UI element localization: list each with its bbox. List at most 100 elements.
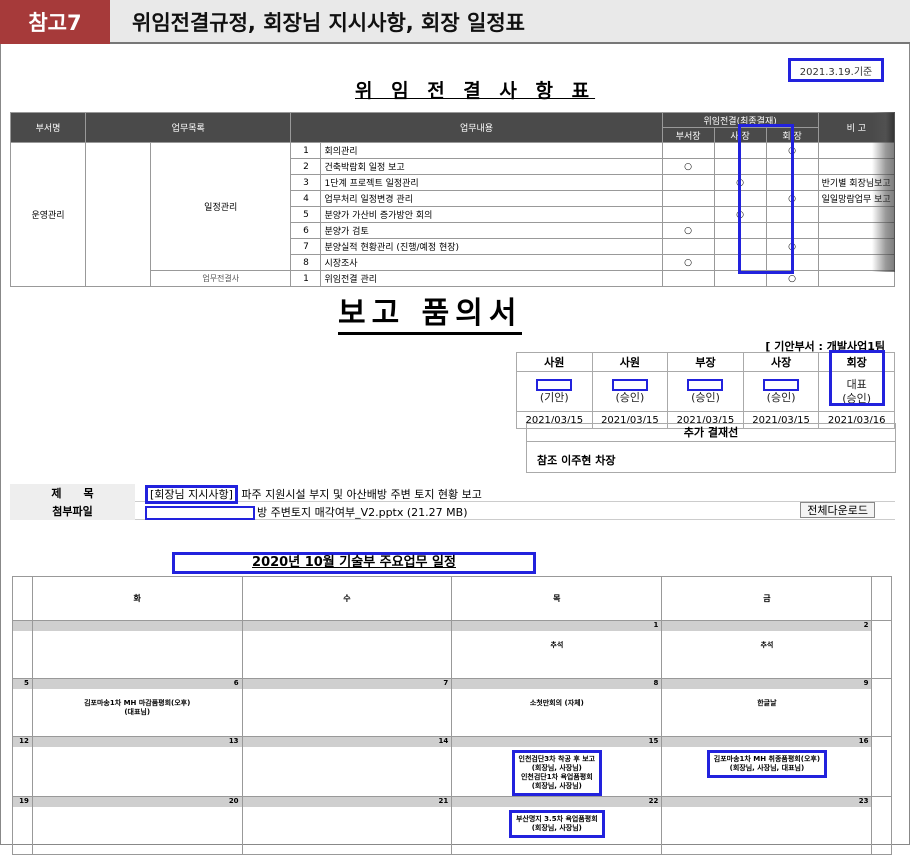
calendar-section: 2020년 10월 기술부 주요업무 일정 화 수 목 금 1 추석 2 추석 5 6 김포마송1차… [0, 548, 910, 855]
approver-signature: (승인) [591, 371, 669, 412]
date-number: 19 [13, 797, 32, 807]
approval-mark: ○ [661, 158, 715, 175]
calendar-event[interactable]: 추석 [662, 641, 871, 650]
day-header: 화 [31, 576, 243, 621]
calendar-day-cell: 2 추석 [661, 620, 873, 679]
row-content: 분양가 가산비 증가방안 회의 [320, 206, 663, 223]
calendar-day-cell [241, 620, 453, 679]
calendar-title: 2020년 10월 기술부 주요업무 일정 [172, 552, 536, 574]
calendar-day-cell [871, 736, 892, 797]
additional-approval: 추가 결재선 참조 이주현 차장 [526, 423, 896, 473]
approver-signature: (승인) [667, 371, 744, 412]
download-all-button[interactable]: 전체다운로드 [800, 502, 875, 518]
approval-mark [661, 174, 715, 191]
calendar-event[interactable]: 한글날 [662, 699, 871, 708]
row-no: 3 [290, 174, 322, 191]
chairman-approval-highlight [829, 350, 885, 406]
row-content: 건축박람회 일정 보고 [320, 158, 663, 175]
calendar-day-cell: 13 [31, 736, 243, 797]
row-no: 4 [290, 190, 322, 207]
date-number: 12 [13, 737, 32, 747]
additional-approval-header: 추가 결재선 [527, 424, 895, 442]
chairman-column-highlight [738, 124, 794, 274]
date-number: 15 [452, 737, 662, 747]
approver-role: 부장 [667, 352, 744, 372]
calendar-day-cell [31, 620, 243, 679]
approval-mark: ○ [661, 254, 715, 271]
row-content: 회의관리 [320, 142, 663, 159]
date-number: 7 [242, 679, 452, 689]
date-number: 8 [452, 679, 662, 689]
file-name-box [145, 506, 255, 520]
signature-box [763, 378, 800, 391]
calendar-day-cell: 6 김포마송1차 MH 마감품평회(오후) (대표님) [31, 678, 243, 737]
date-number: 1 [452, 621, 662, 631]
approver-status: (승인) [766, 390, 796, 404]
date-number: 2 [662, 621, 872, 631]
calendar-day-cell: 14 [241, 736, 453, 797]
approver-signature: (기안) [516, 371, 593, 412]
date-number [242, 621, 452, 631]
calendar-day-cell [871, 620, 892, 679]
calendar-event[interactable]: 추석 [452, 641, 661, 650]
dept-cell: 운영관리 [10, 142, 86, 287]
attachment-value[interactable]: 방 주변토지 매각여부_V2.pptx (21.27 MB) [145, 504, 467, 520]
calendar-event[interactable]: 김포마송1차 MH 취종품평회(오후) (회장님, 사장님, 대표님) [706, 750, 828, 778]
calendar-day-cell: 20 [31, 796, 243, 855]
calendar-day-cell: 22 부산명지 3.5차 욕업품평회 (회장님, 사장님) [451, 796, 663, 855]
additional-approval-body: 참조 이주현 차장 [537, 454, 616, 467]
col-category: 업무목록 [84, 112, 292, 143]
row-content: 1단계 프로젝트 일정관리 [320, 174, 663, 191]
subject-text: 파주 지원시설 부지 및 아산배방 주변 토지 현황 보고 [241, 488, 482, 501]
calendar-day-cell: 5 [12, 678, 33, 737]
approval-mark [661, 190, 715, 207]
empty-cell [85, 142, 151, 287]
day-header: 수 [241, 576, 453, 621]
row-no: 2 [290, 158, 322, 175]
approver-role: 사원 [591, 352, 669, 372]
calendar-event[interactable]: 김포마송1차 MH 마감품평회(오후) (대표님) [33, 699, 242, 717]
calendar-event[interactable]: 인천검단3차 착공 후 보고 (회장님, 사장님) 인천검단1차 욕업품평회 (… [511, 750, 603, 796]
calendar-event[interactable]: 부산명지 3.5차 욕업품평회 (회장님, 사장님) [508, 810, 605, 838]
col-dept: 부서명 [10, 112, 86, 143]
approver-role: 사원 [516, 352, 593, 372]
row-no: 8 [290, 254, 322, 271]
calendar-corner [12, 576, 33, 621]
row-no: 1 [290, 270, 322, 287]
calendar-event[interactable]: 소첫만회의 (자체) [452, 699, 661, 708]
day-header: 목 [451, 576, 663, 621]
calendar-day-cell: 16 김포마송1차 MH 취종품평회(오후) (회장님, 사장님, 대표님) [661, 736, 873, 797]
calendar-day-cell: 7 [241, 678, 453, 737]
reference-tag: 참고7 [0, 0, 110, 44]
subject-row: 제 목 [회장님 지시사항] 파주 지원시설 부지 및 아산배방 주변 토지 현… [10, 484, 895, 504]
row-note [817, 270, 896, 287]
date-number [32, 621, 242, 631]
calendar-day-cell [871, 678, 892, 737]
calendar-day-cell: 8 소첫만회의 (자체) [451, 678, 663, 737]
calendar-day-cell: 15 인천검단3차 착공 후 보고 (회장님, 사장님) 인천검단1차 욕업품평회… [451, 736, 663, 797]
approval-mark [661, 270, 715, 287]
row-content: 업무처리 일정변경 관리 [320, 190, 663, 207]
date-number: 14 [242, 737, 452, 747]
date-number: 6 [32, 679, 242, 689]
date-number: 9 [662, 679, 872, 689]
report-section: 보고 품의서 [ 기안부서 : 개발사업1팀 사원 사원 부장 사장 회장 (기안) (승… [10, 288, 896, 540]
attachment-file[interactable]: 방 주변토지 매각여부_V2.pptx (21.27 MB) [257, 506, 467, 519]
signature-box [611, 378, 648, 391]
calendar-corner [871, 576, 892, 621]
approver-role: 사장 [742, 352, 820, 372]
date-number [13, 621, 32, 631]
calendar-day-cell: 21 [241, 796, 453, 855]
row-no: 7 [290, 238, 322, 255]
category-cell: 일정관리 [149, 142, 292, 271]
approver-signature: (승인) [742, 371, 820, 412]
calendar-table: 화 수 목 금 1 추석 2 추석 5 6 김포마송1차 MH 마감품평회(오후) (대표님) 7 8 소… [12, 576, 892, 855]
calendar-day-cell: 12 [12, 736, 33, 797]
approver-status: (승인) [691, 390, 720, 404]
date-number: 13 [32, 737, 242, 747]
scan-shadow [872, 112, 895, 272]
subject-value: [회장님 지시사항] 파주 지원시설 부지 및 아산배방 주변 토지 현황 보고 [145, 485, 482, 504]
row-content: 시장조사 [320, 254, 663, 271]
date-number: 22 [452, 797, 662, 807]
row-no: 5 [290, 206, 322, 223]
